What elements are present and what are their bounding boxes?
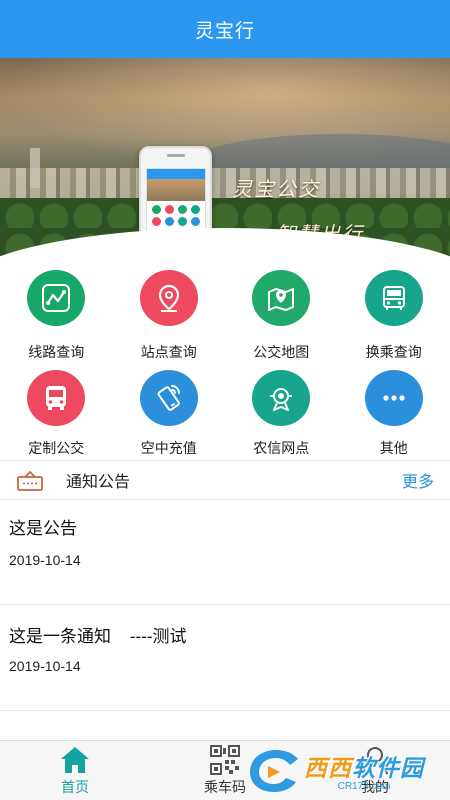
phone-screen-image	[147, 179, 205, 201]
notice-title: 这是公告	[9, 519, 77, 538]
phone-dot	[164, 217, 174, 226]
title-bar: 灵宝行	[0, 0, 450, 58]
notice-board-icon	[17, 471, 43, 491]
grid-item-other[interactable]: 其他	[338, 362, 450, 458]
more-icon	[364, 370, 423, 426]
watermark-url: CR173.com	[337, 780, 391, 792]
watermark-title-left: 西西	[304, 754, 352, 781]
banner-slogan-line1: 灵宝公交	[232, 177, 320, 201]
watermark-logo-icon	[250, 750, 298, 792]
grid-item-label: 站点查询	[140, 344, 197, 360]
more-link[interactable]: 更多	[402, 468, 434, 492]
phone-dot	[191, 217, 201, 226]
qr-code-icon	[210, 745, 240, 775]
phone-dot	[178, 205, 188, 214]
phone-screen-bar	[147, 169, 205, 179]
phone-dot	[191, 205, 201, 214]
route-icon	[27, 270, 86, 326]
bus-icon	[27, 370, 86, 426]
phone-dot	[178, 217, 188, 226]
notice-title: 这是一条通知 ----测试	[9, 627, 187, 646]
grid-item-label: 线路查询	[28, 344, 85, 360]
grid-item-label: 其他	[379, 440, 408, 456]
grid-item-online-recharge[interactable]: 空中充值	[113, 362, 226, 458]
tab-home[interactable]: 首页	[0, 741, 150, 800]
location-pin-icon	[139, 270, 198, 326]
grid-item-label: 农信网点	[253, 440, 310, 456]
grid-item-route-query[interactable]: 线路查询	[0, 262, 113, 362]
bus-transfer-icon	[364, 270, 423, 326]
phone-dot	[151, 205, 161, 214]
phone-dot	[164, 205, 174, 214]
phone-speaker	[167, 154, 185, 157]
mobile-recharge-icon	[139, 370, 198, 426]
tab-home-label: 首页	[61, 779, 89, 795]
phone-screen-grid	[147, 201, 205, 230]
grid-item-label: 公交地图	[253, 344, 310, 360]
grid-item-bus-map[interactable]: 公交地图	[225, 262, 338, 362]
map-icon	[252, 270, 311, 326]
notice-item[interactable]: 这是一条通知 ----测试 2019-10-14	[0, 606, 450, 711]
grid-item-stop-query[interactable]: 站点查询	[113, 262, 226, 362]
site-watermark: 西西软件园 CR173.com	[246, 744, 446, 796]
notice-date: 2019-10-14	[9, 552, 81, 568]
grid-item-custom-bus[interactable]: 定制公交	[0, 362, 113, 458]
notice-date: 2019-10-14	[9, 658, 81, 674]
function-grid: 线路查询 站点查询 公交地图 换乘查询 定制公交 空中充值 农信网点 其他	[0, 262, 450, 458]
watermark-text: 西西软件园 CR173.com	[304, 749, 424, 792]
watermark-title-right: 软件园	[352, 754, 424, 781]
app-title: 灵宝行	[194, 20, 255, 42]
banner-image[interactable]: 灵宝公交 智慧出行	[0, 58, 450, 258]
home-icon	[61, 747, 89, 773]
watermark-title: 西西软件园	[304, 749, 424, 783]
grid-item-label: 定制公交	[28, 440, 85, 456]
grid-item-label: 换乘查询	[365, 344, 422, 360]
notice-section-title: 通知公告	[66, 474, 131, 491]
notice-item[interactable]: 这是公告 2019-10-14	[0, 500, 450, 605]
grid-item-transfer-query[interactable]: 换乘查询	[338, 262, 450, 362]
grid-item-label: 空中充值	[140, 440, 197, 456]
phone-dot	[151, 217, 161, 226]
grid-item-bank-branch[interactable]: 农信网点	[225, 362, 338, 458]
bank-branch-icon	[252, 370, 311, 426]
notice-section-header: 通知公告 更多	[0, 460, 450, 500]
